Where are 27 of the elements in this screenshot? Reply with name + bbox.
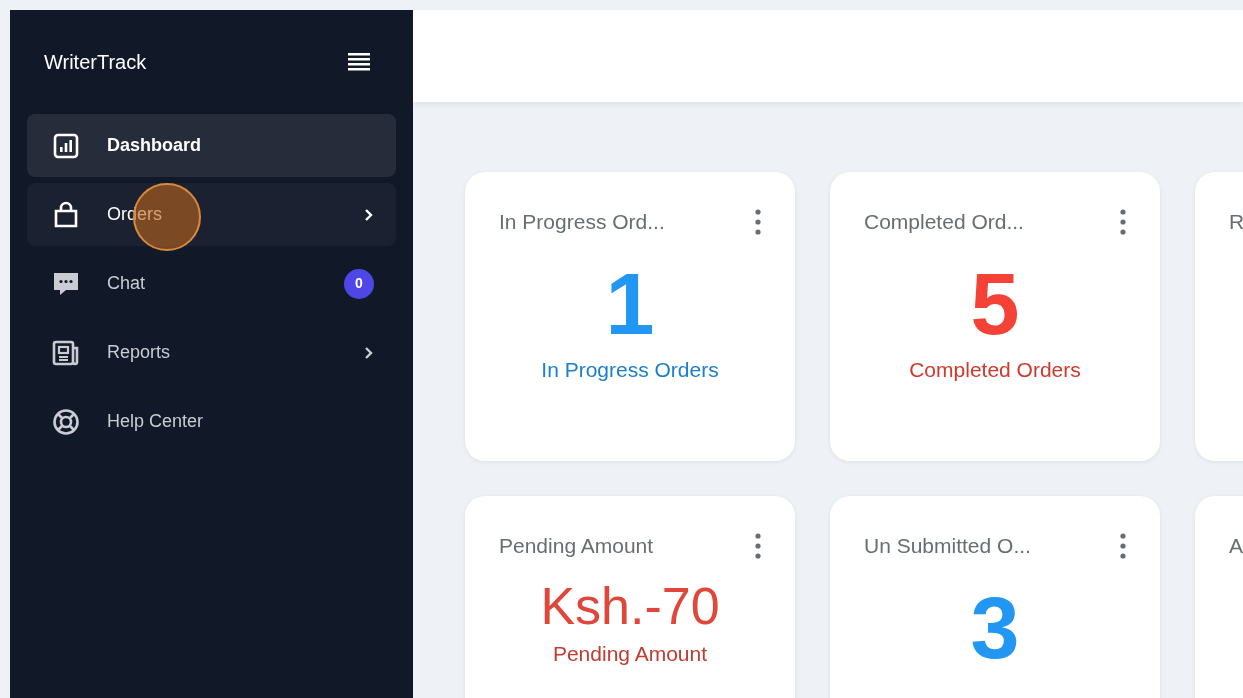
stat-value: 5	[969, 259, 1021, 348]
menu-icon[interactable]	[348, 53, 370, 71]
card-title: In Progress Ord...	[499, 209, 665, 235]
more-options-icon[interactable]	[755, 532, 761, 559]
lifebuoy-icon	[51, 406, 81, 437]
card-title: A	[1229, 533, 1243, 559]
sidebar-item[interactable]: Help Center	[27, 390, 396, 453]
sidebar-item[interactable]: Reports	[27, 321, 396, 384]
card-title: Completed Ord...	[864, 209, 1024, 235]
stat-value: 3	[969, 583, 1021, 672]
stat-label: Pending Amount	[551, 640, 709, 667]
sidebar-item[interactable]: Dashboard	[27, 114, 396, 177]
sidebar-item[interactable]: Chat 0	[27, 252, 396, 315]
stat-value: 1	[604, 259, 656, 348]
stat-label: In Progress Orders	[540, 356, 720, 383]
more-options-icon[interactable]	[1120, 208, 1126, 235]
more-options-icon[interactable]	[755, 208, 761, 235]
more-options-icon[interactable]	[1120, 532, 1126, 559]
card-title: R	[1229, 209, 1243, 235]
stat-label: Completed Orders	[908, 356, 1082, 383]
stat-value: Ksh.-70	[539, 579, 721, 632]
card-title: Un Submitted O...	[864, 533, 1031, 559]
chevron-right-icon	[364, 207, 374, 222]
brand-name: WriterTrack	[44, 50, 147, 75]
chevron-right-icon	[364, 345, 374, 360]
card-title: Pending Amount	[499, 533, 654, 559]
count-badge: 0	[344, 268, 374, 299]
